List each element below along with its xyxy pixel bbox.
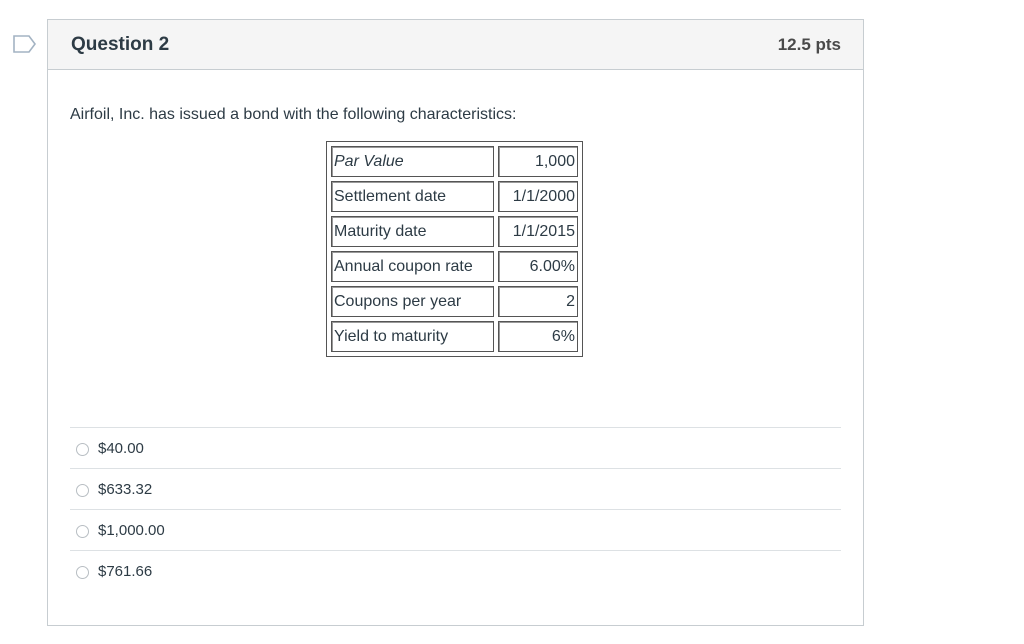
table-row: Yield to maturity 6%: [331, 321, 578, 352]
answer-option[interactable]: $40.00: [70, 428, 841, 469]
question-points: 12.5 pts: [777, 34, 841, 54]
question-title: Question 2: [71, 33, 170, 55]
row-label: Par Value: [331, 146, 494, 177]
flag-question-icon[interactable]: [12, 34, 38, 54]
question-header: Question 2 12.5 pts: [48, 20, 863, 70]
row-label: Settlement date: [331, 181, 494, 212]
row-label: Coupons per year: [331, 286, 494, 317]
answer-option[interactable]: $1,000.00: [70, 510, 841, 551]
row-value: 2: [498, 286, 578, 317]
bond-characteristics-table: Par Value 1,000 Settlement date 1/1/2000…: [326, 141, 583, 357]
table-row: Settlement date 1/1/2000: [331, 181, 578, 212]
answer-label[interactable]: $633.32: [98, 481, 152, 498]
question-body: Airfoil, Inc. has issued a bond with the…: [48, 106, 863, 592]
question-card: Question 2 12.5 pts Airfoil, Inc. has is…: [47, 19, 864, 626]
row-label: Annual coupon rate: [331, 251, 494, 282]
answer-list: $40.00 $633.32 $1,000.00 $761.66: [70, 427, 841, 592]
row-value: 1/1/2015: [498, 216, 578, 247]
question-text: Airfoil, Inc. has issued a bond with the…: [70, 106, 517, 123]
answer-label[interactable]: $761.66: [98, 563, 152, 580]
radio-button[interactable]: [76, 442, 89, 456]
table-row: Maturity date 1/1/2015: [331, 216, 578, 247]
row-label: Maturity date: [331, 216, 494, 247]
table-row: Par Value 1,000: [331, 146, 578, 177]
row-value: 6.00%: [498, 251, 578, 282]
table-row: Annual coupon rate 6.00%: [331, 251, 578, 282]
answer-label[interactable]: $1,000.00: [98, 522, 165, 539]
row-label: Yield to maturity: [331, 321, 494, 352]
radio-button[interactable]: [76, 483, 89, 497]
answer-label[interactable]: $40.00: [98, 440, 144, 457]
row-value: 1/1/2000: [498, 181, 578, 212]
row-value: 6%: [498, 321, 578, 352]
row-value: 1,000: [498, 146, 578, 177]
radio-button[interactable]: [76, 524, 89, 538]
radio-button[interactable]: [76, 566, 89, 579]
table-row: Coupons per year 2: [331, 286, 578, 317]
answer-option[interactable]: $633.32: [70, 469, 841, 510]
answer-option[interactable]: $761.66: [70, 551, 841, 592]
